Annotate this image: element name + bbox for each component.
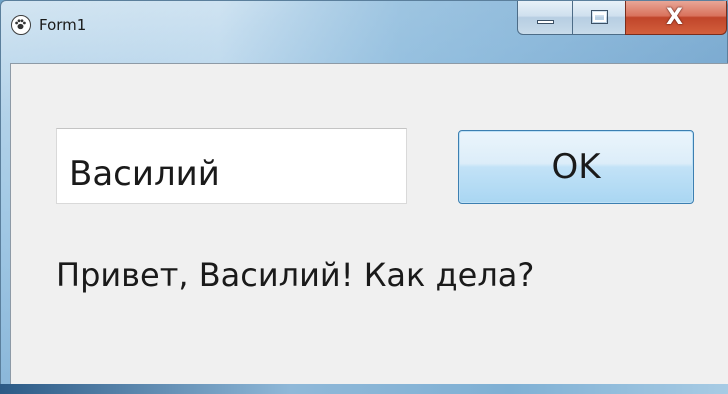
close-button[interactable]: X	[625, 1, 727, 35]
client-area: OK Привет, Василий! Как дела?	[10, 63, 728, 385]
minimize-button[interactable]	[517, 1, 573, 35]
form1-window: Form1 X OK Привет, Василий! Как дела?	[0, 0, 728, 394]
ok-button[interactable]: OK	[458, 130, 694, 204]
caption-buttons: X	[517, 1, 727, 37]
close-icon: X	[666, 5, 683, 30]
name-input[interactable]	[56, 128, 407, 204]
window-title: Form1	[39, 16, 87, 34]
title-bar[interactable]: Form1 X	[1, 1, 727, 63]
desktop-background-strip	[0, 384, 728, 394]
paw-icon[interactable]	[11, 15, 31, 35]
maximize-button[interactable]	[572, 1, 626, 35]
greeting-label: Привет, Василий! Как дела?	[56, 256, 535, 294]
maximize-icon	[591, 10, 608, 24]
minimize-icon	[537, 20, 554, 24]
